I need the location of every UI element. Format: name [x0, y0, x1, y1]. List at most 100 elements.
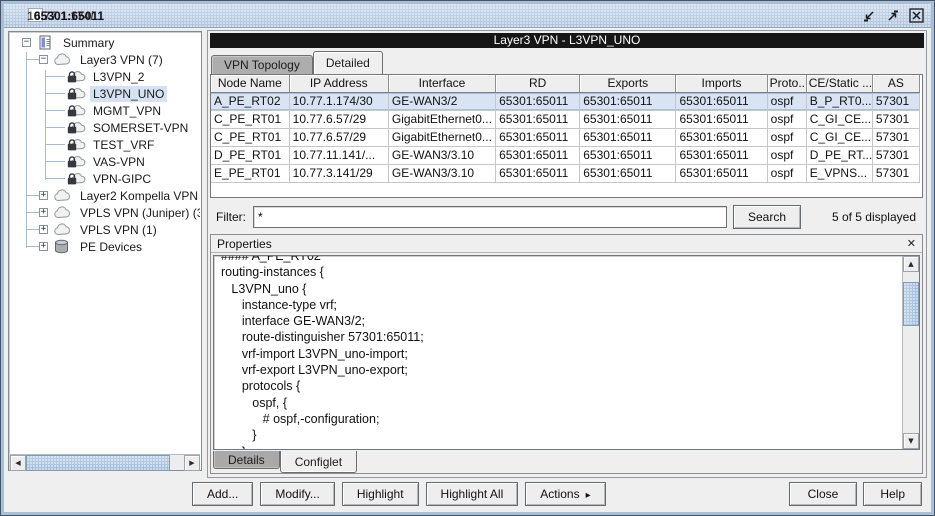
cell[interactable]: 10.77.11.141/... — [289, 146, 388, 164]
cell[interactable]: C_GI_CE... — [806, 128, 872, 146]
tree-expand-icon[interactable]: + — [39, 191, 48, 200]
cell[interactable]: 65301:65011 — [496, 110, 580, 128]
cell[interactable]: D_PE_RT... — [806, 146, 872, 164]
tree-collapse-icon[interactable]: − — [22, 38, 31, 47]
cell[interactable]: 10.77.3.141/29 — [289, 164, 388, 182]
cell[interactable]: ospf — [767, 92, 806, 110]
col-interface[interactable]: Interface — [388, 75, 495, 92]
cell[interactable]: 65301:65011 — [676, 128, 767, 146]
cell[interactable]: C_PE_RT01 — [211, 128, 289, 146]
cell[interactable]: 10.77.6.57/29 — [289, 128, 388, 146]
tab-detailed[interactable]: Detailed — [313, 51, 383, 74]
col-ip-address[interactable]: IP Address — [289, 75, 388, 92]
cell[interactable]: ospf — [767, 110, 806, 128]
tree-item-vas-vpn[interactable]: VAS-VPN — [10, 153, 200, 170]
tab-configlet[interactable]: Configlet — [280, 451, 357, 473]
close-button[interactable]: Close — [789, 482, 858, 506]
col-imports[interactable]: Imports — [676, 75, 767, 92]
table-row[interactable]: C_PE_RT01 10.77.6.57/29 GigabitEthernet0… — [211, 110, 920, 128]
table-row[interactable]: E_PE_RT01 10.77.3.141/29 GE-WAN3/3.10 65… — [211, 164, 920, 182]
cell[interactable]: B_P_RT0... — [806, 92, 872, 110]
cell[interactable]: 57301 — [872, 92, 919, 110]
scroll-left-icon[interactable]: ◀ — [10, 455, 26, 471]
cell[interactable]: 57301 — [872, 128, 919, 146]
cell[interactable]: C_PE_RT01 — [211, 110, 289, 128]
tree-item-l3vpn-2[interactable]: L3VPN_2 — [10, 68, 200, 85]
scrollbar-thumb[interactable] — [903, 282, 919, 326]
cell[interactable]: GigabitEthernet0... — [388, 110, 495, 128]
filter-input[interactable] — [253, 206, 727, 228]
scrollbar-thumb[interactable] — [26, 455, 170, 471]
tree-item-pe-devices[interactable]: + PE Devices — [10, 238, 200, 255]
tree-collapse-icon[interactable]: − — [39, 55, 48, 64]
tree-horizontal-scrollbar[interactable]: ◀ ▶ — [10, 454, 200, 470]
col-node-name[interactable]: Node Name — [211, 75, 289, 92]
configlet-viewer[interactable]: #### A_PE_RT02 routing-instances { L3VPN… — [213, 255, 920, 450]
help-button[interactable]: Help — [863, 482, 922, 506]
cell[interactable]: 10.77.1.174/30 — [289, 92, 388, 110]
cell[interactable]: GigabitEthernet0... — [388, 128, 495, 146]
cell[interactable]: 65301:65011 — [580, 164, 676, 182]
cell[interactable]: 65301:65011 — [580, 92, 676, 110]
cell[interactable]: E_PE_RT01 — [211, 164, 289, 182]
table-row[interactable]: A_PE_RT02 10.77.1.174/30 GE-WAN3/2 65301… — [211, 92, 920, 110]
tab-vpn-topology[interactable]: VPN Topology — [211, 55, 313, 74]
scroll-right-icon[interactable]: ▶ — [184, 455, 200, 471]
tree-item-layer2-kompella[interactable]: + Layer2 Kompella VPN (2) — [10, 187, 200, 204]
tab-details[interactable]: Details — [213, 451, 280, 469]
cell[interactable]: 65301:65011 — [496, 146, 580, 164]
cell[interactable]: 65301:65011 — [676, 92, 767, 110]
cell[interactable]: 57301 — [872, 146, 919, 164]
cell[interactable]: D_PE_RT01 — [211, 146, 289, 164]
tree-item-vpls-vpn[interactable]: + VPLS VPN (1) — [10, 221, 200, 238]
cell[interactable]: 65301:65011 — [496, 128, 580, 146]
cell[interactable]: A_PE_RT02 — [211, 92, 289, 110]
configlet-vertical-scrollbar[interactable]: ▲ ▼ — [902, 256, 919, 449]
tree-item-vpls-juniper[interactable]: + VPLS VPN (Juniper) (3) — [10, 204, 200, 221]
tree-item-l3vpn-uno[interactable]: L3VPN_UNO — [10, 85, 200, 102]
col-rd[interactable]: RD — [496, 75, 580, 92]
col-exports[interactable]: Exports — [580, 75, 676, 92]
col-proto[interactable]: Proto... — [767, 75, 806, 92]
cell[interactable]: 65301:65011 — [580, 128, 676, 146]
cell[interactable]: C_GI_CE... — [806, 110, 872, 128]
cell[interactable]: E_VPNS... — [806, 164, 872, 182]
table-row[interactable]: D_PE_RT01 10.77.11.141/... GE-WAN3/3.10 … — [211, 146, 920, 164]
highlight-button[interactable]: Highlight — [342, 482, 419, 506]
add-button[interactable]: Add... — [192, 482, 253, 506]
panel-close-icon[interactable]: ✕ — [907, 238, 916, 249]
tree-item-summary[interactable]: − Summary — [10, 34, 200, 51]
cell[interactable]: 57301 — [872, 164, 919, 182]
close-icon[interactable] — [908, 7, 925, 24]
actions-button[interactable]: Actions▸ — [525, 482, 605, 506]
minimize-icon[interactable] — [860, 7, 877, 24]
col-ce-static[interactable]: CE/Static ... — [806, 75, 872, 92]
cell[interactable]: ospf — [767, 128, 806, 146]
scroll-up-icon[interactable]: ▲ — [903, 256, 919, 272]
tree-expand-icon[interactable]: + — [39, 225, 48, 234]
cell[interactable]: 65301:65011 — [496, 164, 580, 182]
cell[interactable]: ospf — [767, 164, 806, 182]
tree-item-test-vrf[interactable]: TEST_VRF — [10, 136, 200, 153]
cell[interactable]: 65301:65011 — [496, 92, 580, 110]
cell[interactable]: GE-WAN3/2 — [388, 92, 495, 110]
tree-item-somerset-vpn[interactable]: SOMERSET-VPN — [10, 119, 200, 136]
table-row[interactable]: C_PE_RT01 10.77.6.57/29 GigabitEthernet0… — [211, 128, 920, 146]
cell[interactable]: 65301:65011 — [676, 164, 767, 182]
cell[interactable]: ospf — [767, 146, 806, 164]
tree-expand-icon[interactable]: + — [39, 208, 48, 217]
tree-expand-icon[interactable]: + — [39, 242, 48, 251]
scroll-down-icon[interactable]: ▼ — [903, 433, 919, 449]
cell[interactable]: 65301:65011 — [580, 146, 676, 164]
cell[interactable]: GE-WAN3/3.10 — [388, 146, 495, 164]
cell[interactable]: GE-WAN3/3.10 — [388, 164, 495, 182]
cell[interactable]: 65301:65011 — [580, 110, 676, 128]
tree-item-layer3-vpn[interactable]: − Layer3 VPN (7) — [10, 51, 200, 68]
search-button[interactable]: Search — [733, 205, 801, 229]
cell[interactable]: 10.77.6.57/29 — [289, 110, 388, 128]
tree-item-mgmt-vpn[interactable]: MGMT_VPN — [10, 102, 200, 119]
title-bar[interactable]: 10.77.1.174/ 65301:65011 — [4, 4, 931, 28]
modify-button[interactable]: Modify... — [260, 482, 334, 506]
tree-item-vpn-gipc[interactable]: VPN-GIPC — [10, 170, 200, 187]
cell[interactable]: 65301:65011 — [676, 146, 767, 164]
